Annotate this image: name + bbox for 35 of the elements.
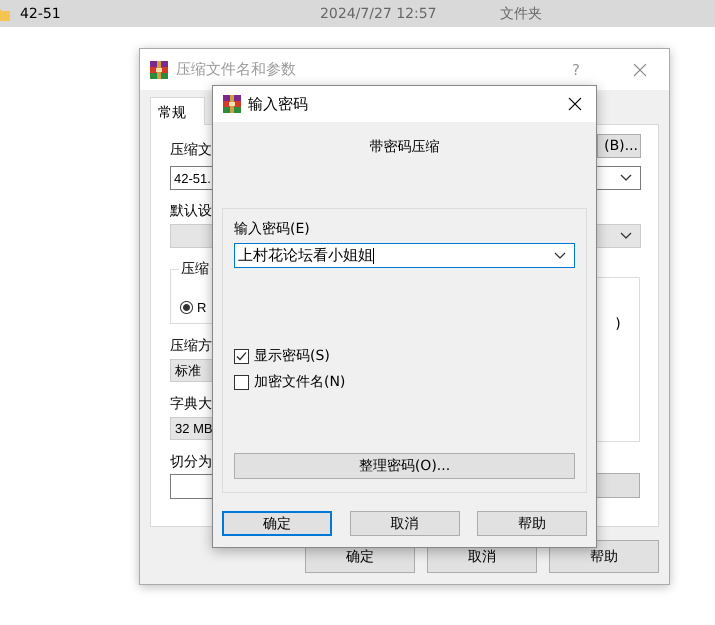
chevron-down-icon [620,174,632,182]
dialog-button[interactable]: 帮助 [477,511,587,536]
radio-label: R [197,300,206,314]
file-name[interactable]: 42-51 [20,6,61,22]
browse-button[interactable]: (B)... [597,134,641,158]
dialog-button[interactable]: 取消 [350,511,460,536]
field-label: 输入密码(E) [234,220,311,239]
field-label: 压缩文 [170,141,212,159]
books-icon [149,60,169,80]
checkbox-label: 加密文件名(N) [254,373,346,391]
organize-passwords-button[interactable]: 整理密码(O)... [234,453,575,479]
checkbox[interactable] [234,374,249,390]
checkbox[interactable] [234,348,249,364]
file-type: 文件夹 [500,4,542,22]
group-label: 压缩 [179,260,211,278]
tab[interactable]: 常规 [150,97,205,125]
password-field[interactable]: 上村花论坛看小姐姐 [234,243,575,268]
chevron-down-icon [554,252,566,260]
window-title: 输入密码 [248,94,309,114]
window-title: 压缩文件名和参数 [176,60,297,79]
option-label: ) [615,316,621,334]
field-label: 默认设 [170,202,212,220]
dialog-heading: 带密码压缩 [368,138,440,157]
field-label: 字典大 [170,395,212,413]
modified-date: 2024/7/27 12:57 [320,6,437,22]
checkbox-label: 显示密码(S) [254,347,330,365]
radio-button[interactable] [180,300,193,314]
field-label: 切分为 [170,453,212,471]
file-row[interactable]: 42-51 2024/7/27 12:57 文件夹 [0,0,715,27]
close-icon[interactable] [568,97,582,111]
books-icon [222,94,242,114]
dialog-button[interactable]: 确定 [222,511,332,536]
field-label: 压缩方 [170,337,212,355]
unit-button[interactable] [596,473,640,498]
chevron-down-icon [620,232,632,240]
